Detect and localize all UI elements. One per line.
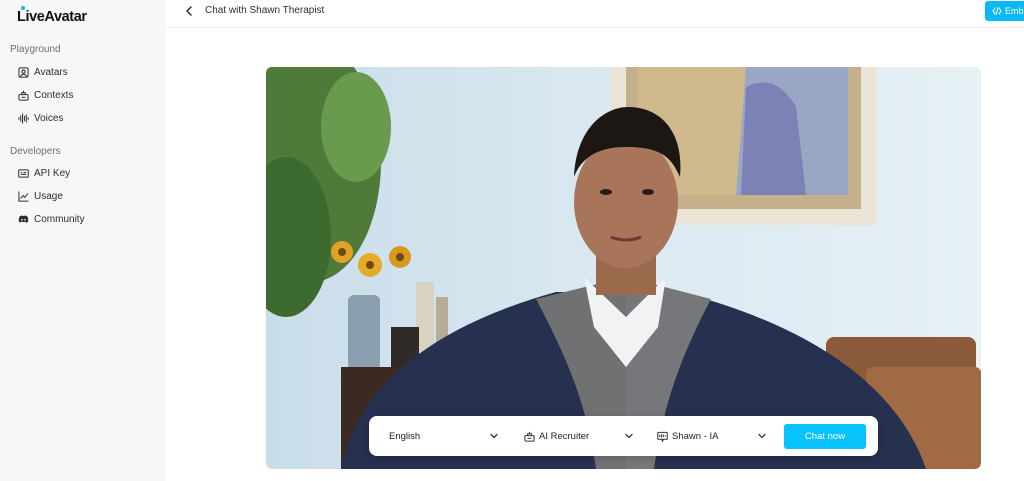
logo-text: LiveAvatar bbox=[17, 9, 87, 25]
section-label-developers: Developers bbox=[10, 146, 61, 157]
avatar-icon bbox=[18, 66, 29, 78]
contexts-icon bbox=[18, 90, 29, 101]
language-select-value: English bbox=[389, 430, 421, 442]
sidebar-item-voices[interactable]: Voices bbox=[18, 109, 63, 127]
sidebar-item-community[interactable]: Community bbox=[18, 210, 85, 228]
voice-card-icon bbox=[657, 431, 668, 442]
voice-select-value: Shawn - IA bbox=[672, 430, 719, 442]
chevron-down-icon bbox=[758, 433, 766, 439]
language-select[interactable]: English bbox=[389, 427, 499, 445]
logo-dot bbox=[21, 6, 25, 10]
section-label-playground: Playground bbox=[10, 44, 61, 55]
chevron-down-icon bbox=[625, 433, 633, 439]
key-card-icon bbox=[18, 168, 29, 178]
sidebar-item-api-key[interactable]: API Key bbox=[18, 164, 70, 182]
sidebar-item-label: Avatars bbox=[34, 66, 68, 78]
top-bar: Chat with Shawn Therapist Emb bbox=[165, 0, 1024, 28]
chat-now-button[interactable]: Chat now bbox=[784, 424, 866, 449]
context-select[interactable]: AI Recruiter bbox=[524, 427, 634, 445]
sidebar-item-label: Voices bbox=[34, 112, 64, 124]
sidebar-item-contexts[interactable]: Contexts bbox=[18, 86, 73, 104]
waveform-icon bbox=[18, 112, 29, 124]
embed-button-label: Emb bbox=[1005, 6, 1024, 16]
sidebar-item-label: API Key bbox=[34, 167, 71, 179]
app-root: LiveAvatar Playground Avatars Contexts V… bbox=[0, 0, 1024, 481]
sidebar-item-label: Usage bbox=[34, 190, 63, 202]
chat-controls-bar: English AI Recruiter Shawn - IA Chat now bbox=[369, 416, 878, 456]
chevron-left-icon bbox=[186, 6, 192, 16]
avatar-video bbox=[266, 67, 981, 469]
code-icon bbox=[992, 7, 1002, 15]
discord-icon bbox=[18, 214, 29, 223]
sidebar: LiveAvatar Playground Avatars Contexts V… bbox=[0, 0, 165, 481]
avatar-video-frame bbox=[266, 67, 981, 469]
sidebar-item-label: Contexts bbox=[34, 89, 74, 101]
embed-button[interactable]: Emb bbox=[985, 1, 1024, 21]
back-button[interactable] bbox=[182, 4, 196, 18]
contexts-icon bbox=[524, 431, 535, 442]
sidebar-item-usage[interactable]: Usage bbox=[18, 187, 63, 205]
sidebar-item-label: Community bbox=[34, 213, 85, 225]
page-title: Chat with Shawn Therapist bbox=[205, 5, 325, 16]
logo[interactable]: LiveAvatar bbox=[17, 6, 87, 25]
chart-line-icon bbox=[18, 190, 29, 202]
chevron-down-icon bbox=[490, 433, 498, 439]
context-select-value: AI Recruiter bbox=[539, 430, 590, 442]
sidebar-item-avatars[interactable]: Avatars bbox=[18, 63, 68, 81]
voice-select[interactable]: Shawn - IA bbox=[657, 427, 767, 445]
